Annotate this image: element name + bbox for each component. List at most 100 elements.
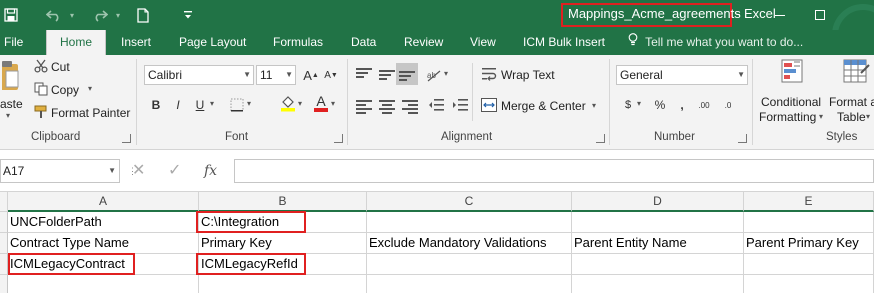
decrease-indent-button[interactable] (426, 95, 446, 115)
decrease-indent-icon (429, 99, 444, 111)
orientation-button[interactable]: ab (424, 65, 444, 85)
cell-d4[interactable] (572, 275, 744, 293)
increase-indent-icon (453, 99, 468, 111)
column-header-c[interactable]: C (367, 192, 572, 212)
font-name-box[interactable]: Calibri ▼ (144, 65, 254, 85)
cell-d3[interactable] (572, 254, 744, 275)
borders-button[interactable] (227, 95, 247, 115)
cell-c3[interactable] (367, 254, 572, 275)
tab-review[interactable]: Review (404, 30, 443, 55)
underline-dropdown-icon[interactable]: ▾ (210, 99, 214, 108)
increase-decimal-button[interactable]: .00 (694, 95, 714, 115)
cell-a2[interactable]: Contract Type Name (8, 233, 199, 254)
copy-label: Copy (51, 83, 80, 97)
cell-a1[interactable]: UNCFolderPath (8, 212, 199, 233)
confirm-entry-icon[interactable]: ✓ (168, 159, 181, 183)
copy-icon (33, 82, 49, 100)
column-header-b[interactable]: B (199, 192, 367, 212)
tab-home[interactable]: Home (46, 30, 106, 55)
shrink-font-button[interactable]: A ▼ (321, 65, 341, 85)
alignment-launcher-icon[interactable] (596, 134, 605, 143)
conditional-formatting-dropdown-icon: ▾ (819, 112, 824, 121)
font-size-box[interactable]: 11 ▼ (256, 65, 296, 85)
comma-style-button[interactable]: , (672, 95, 692, 115)
tell-me-search[interactable]: Tell me what you want to do... (628, 30, 803, 55)
font-launcher-icon[interactable] (334, 134, 343, 143)
cancel-entry-icon[interactable]: ✕ (132, 159, 145, 183)
column-header-e[interactable]: E (744, 192, 874, 212)
cell-b2[interactable]: Primary Key (199, 233, 367, 254)
top-align-icon[interactable] (356, 68, 372, 80)
orientation-dropdown-icon[interactable]: ▾ (444, 69, 448, 78)
cell-b3[interactable]: ICMLegacyRefId (199, 254, 367, 275)
cell-c2[interactable]: Exclude Mandatory Validations (367, 233, 572, 254)
undo-icon[interactable] (42, 0, 66, 30)
cell-d1[interactable] (572, 212, 744, 233)
format-painter-label: Format Painter (51, 106, 131, 120)
cell-b1[interactable]: C:\Integration (199, 212, 367, 233)
format-as-table-label-1: Format as (829, 95, 874, 109)
name-box[interactable]: A17 ▼ (0, 159, 120, 183)
clipboard-launcher-icon[interactable] (122, 134, 131, 143)
tab-view[interactable]: View (470, 30, 496, 55)
row-header[interactable] (0, 275, 8, 293)
cell-a3[interactable]: ICMLegacyContract (8, 254, 199, 275)
align-right-icon[interactable] (402, 100, 418, 114)
cut-label: Cut (51, 60, 70, 74)
middle-align-icon[interactable] (379, 70, 395, 82)
bottom-align-button[interactable] (396, 63, 418, 85)
merge-center-label: Merge & Center (501, 99, 586, 113)
font-color-button[interactable]: A (311, 93, 331, 113)
decrease-decimal-button[interactable]: .0 (718, 95, 738, 115)
save-icon[interactable] (0, 0, 22, 30)
accounting-format-button[interactable]: $ (618, 95, 638, 115)
column-header-d[interactable]: D (572, 192, 744, 212)
accounting-dropdown-icon[interactable]: ▾ (637, 99, 641, 108)
new-file-icon[interactable] (134, 0, 152, 30)
grow-font-button[interactable]: A ▲ (301, 65, 321, 85)
row-header[interactable] (0, 254, 8, 275)
cell-e3[interactable] (744, 254, 874, 275)
row-header[interactable] (0, 212, 8, 233)
align-center-icon[interactable] (379, 100, 395, 114)
cell-a4[interactable] (8, 275, 199, 293)
number-format-box[interactable]: General ▼ (616, 65, 748, 85)
cell-c4[interactable] (367, 275, 572, 293)
fill-color-button[interactable] (278, 93, 298, 113)
tab-formulas[interactable]: Formulas (273, 30, 323, 55)
select-all-corner[interactable] (0, 192, 8, 212)
minimize-icon[interactable] (760, 0, 800, 30)
formula-input[interactable] (234, 159, 874, 183)
tab-page-layout[interactable]: Page Layout (179, 30, 246, 55)
cell-e2[interactable]: Parent Primary Key (744, 233, 874, 254)
column-header-a[interactable]: A (8, 192, 199, 212)
undo-dropdown-icon[interactable]: ▾ (66, 0, 78, 30)
tab-file[interactable]: File (4, 30, 23, 55)
cell-e4[interactable] (744, 275, 874, 293)
tab-data[interactable]: Data (351, 30, 376, 55)
redo-icon[interactable] (88, 0, 112, 30)
bold-button[interactable]: B (146, 95, 166, 115)
font-color-dropdown-icon[interactable]: ▾ (331, 99, 335, 108)
fill-color-dropdown-icon[interactable]: ▾ (298, 99, 302, 108)
underline-button[interactable]: U (190, 95, 210, 115)
cell-c1[interactable] (367, 212, 572, 233)
font-color-icon: A (313, 94, 329, 112)
borders-dropdown-icon[interactable]: ▾ (247, 99, 251, 108)
cell-d2[interactable]: Parent Entity Name (572, 233, 744, 254)
tab-insert[interactable]: Insert (121, 30, 151, 55)
italic-button[interactable]: I (168, 95, 188, 115)
customize-toolbar-icon[interactable] (180, 0, 196, 30)
row-header[interactable] (0, 233, 8, 254)
insert-function-icon[interactable]: fx (204, 159, 217, 183)
cell-e1[interactable] (744, 212, 874, 233)
paint-bucket-icon (281, 96, 295, 112)
increase-indent-button[interactable] (450, 95, 470, 115)
redo-dropdown-icon[interactable]: ▾ (112, 0, 124, 30)
grow-font-icon: A (303, 67, 312, 83)
cell-b4[interactable] (199, 275, 367, 293)
number-launcher-icon[interactable] (738, 134, 747, 143)
percent-button[interactable]: % (650, 95, 670, 115)
align-left-icon[interactable] (356, 100, 372, 114)
tab-icm-bulk-insert[interactable]: ICM Bulk Insert (523, 30, 605, 55)
